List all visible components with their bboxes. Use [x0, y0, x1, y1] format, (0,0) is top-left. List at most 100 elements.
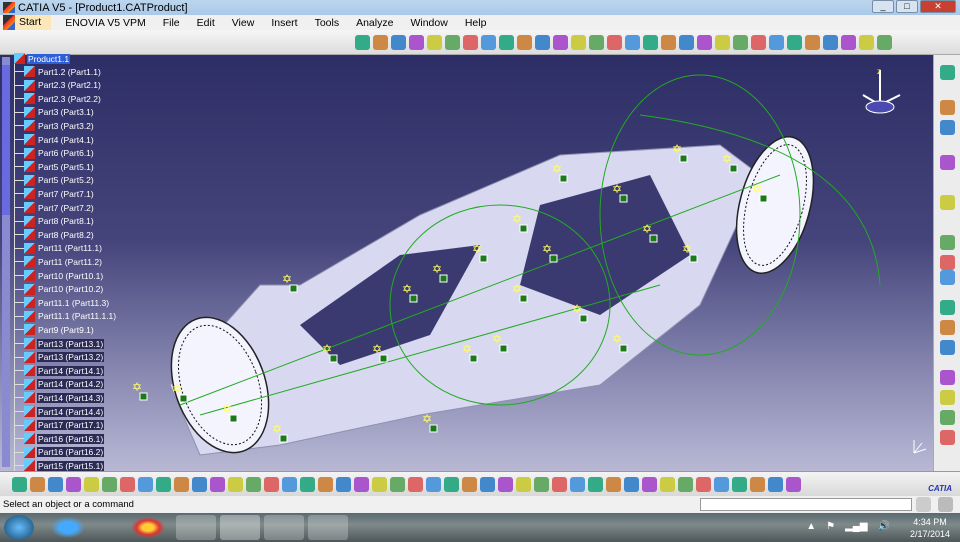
axis-system-icon[interactable]: ✡: [272, 422, 282, 436]
taskbar-chrome[interactable]: [128, 515, 168, 540]
constraint-marker[interactable]: [519, 224, 528, 233]
right-toolbar-button[interactable]: [940, 430, 955, 445]
axis-system-icon[interactable]: ✡: [512, 282, 522, 296]
scroll-thumb[interactable]: [2, 65, 10, 215]
tree-item[interactable]: Part11 (Part11.1): [14, 242, 103, 255]
clock[interactable]: 4:34 PM 2/17/2014: [910, 516, 950, 540]
compass-icon[interactable]: z: [855, 65, 905, 125]
tree-item[interactable]: Part3 (Part3.1): [14, 106, 95, 119]
toolbar-button-26[interactable]: [805, 35, 820, 50]
menu-view[interactable]: View: [232, 17, 255, 29]
axis-system-icon[interactable]: ✡: [612, 332, 622, 346]
bottom-toolbar-button-1[interactable]: [12, 477, 27, 492]
right-toolbar-button[interactable]: [940, 320, 955, 335]
taskbar-ie[interactable]: [48, 515, 88, 540]
3d-viewport[interactable]: ✡ ✡ ✡ ✡ ✡ ✡ ✡ ✡ ✡ ✡ ✡ ✡ ✡ ✡ ✡ ✡ ✡ ✡ ✡ ✡ ✡ ✡ ✡ ✡ ✡ Product1.1 Par…: [0, 53, 933, 472]
network-icon[interactable]: ▂▄▆: [845, 521, 867, 532]
tree-item[interactable]: Part14 (Part14.3): [14, 391, 105, 404]
close-button[interactable]: ✕: [920, 0, 956, 13]
constraint-marker[interactable]: [679, 154, 688, 163]
bottom-toolbar-button-30[interactable]: [534, 477, 549, 492]
tree-item[interactable]: Part16 (Part16.1): [14, 432, 105, 445]
toolbar-button-1[interactable]: [355, 35, 370, 50]
axis-system-icon[interactable]: ✡: [612, 182, 622, 196]
taskbar-explorer[interactable]: [176, 515, 216, 540]
toolbar-button-24[interactable]: [769, 35, 784, 50]
constraint-marker[interactable]: [689, 254, 698, 263]
menu-window[interactable]: Window: [410, 17, 447, 29]
tree-item[interactable]: Part2.3 (Part2.1): [14, 79, 102, 92]
tree-item[interactable]: Part14 (Part14.4): [14, 405, 105, 418]
toolbar-button-28[interactable]: [841, 35, 856, 50]
tray-expand-icon[interactable]: ▲: [806, 521, 816, 532]
menu-analyze[interactable]: Analyze: [356, 17, 393, 29]
constraint-marker[interactable]: [139, 392, 148, 401]
right-toolbar-button[interactable]: [940, 370, 955, 385]
tree-item[interactable]: Part11.1 (Part11.3): [14, 296, 110, 309]
axis-system-icon[interactable]: ✡: [682, 242, 692, 256]
constraint-marker[interactable]: [619, 344, 628, 353]
bottom-toolbar-button-23[interactable]: [408, 477, 423, 492]
bottom-toolbar-button-8[interactable]: [138, 477, 153, 492]
bottom-toolbar-button-13[interactable]: [228, 477, 243, 492]
toolbar-button-25[interactable]: [787, 35, 802, 50]
right-toolbar-button[interactable]: [940, 235, 955, 250]
bottom-toolbar-button-9[interactable]: [156, 477, 171, 492]
bottom-toolbar-button-34[interactable]: [606, 477, 621, 492]
axis-system-icon[interactable]: ✡: [492, 332, 502, 346]
axis-system-icon[interactable]: ✡: [172, 382, 182, 396]
bottom-toolbar-button-3[interactable]: [48, 477, 63, 492]
axis-system-icon[interactable]: ✡: [552, 162, 562, 176]
right-toolbar-button[interactable]: [940, 270, 955, 285]
tree-item[interactable]: Part14 (Part14.1): [14, 364, 105, 377]
constraint-marker[interactable]: [469, 354, 478, 363]
axis-system-icon[interactable]: ✡: [322, 342, 332, 356]
constraint-marker[interactable]: [379, 354, 388, 363]
constraint-marker[interactable]: [329, 354, 338, 363]
chassis-model[interactable]: ✡ ✡ ✡ ✡ ✡ ✡ ✡ ✡ ✡ ✡ ✡ ✡ ✡ ✡ ✡ ✡ ✡ ✡ ✡ ✡ ✡ ✡ ✡ ✡ ✡: [0, 55, 933, 471]
toolbar-button-8[interactable]: [481, 35, 496, 50]
bottom-toolbar-button-36[interactable]: [642, 477, 657, 492]
toolbar-button-6[interactable]: [445, 35, 460, 50]
tree-item[interactable]: Part10 (Part10.1): [14, 269, 104, 282]
constraint-marker[interactable]: [579, 314, 588, 323]
bottom-toolbar-button-22[interactable]: [390, 477, 405, 492]
bottom-toolbar-button-41[interactable]: [732, 477, 747, 492]
constraint-marker[interactable]: [439, 274, 448, 283]
toolbar-button-27[interactable]: [823, 35, 838, 50]
toolbar-button-20[interactable]: [697, 35, 712, 50]
menu-file[interactable]: File: [163, 17, 180, 29]
toolbar-button-29[interactable]: [859, 35, 874, 50]
axis-system-icon[interactable]: ✡: [672, 142, 682, 156]
bottom-toolbar-button-40[interactable]: [714, 477, 729, 492]
tree-item[interactable]: Part8 (Part8.1): [14, 215, 95, 228]
tree-item[interactable]: Part1.2 (Part1.1): [14, 65, 102, 78]
maximize-button[interactable]: □: [896, 0, 918, 13]
menu-enovia[interactable]: ENOVIA V5 VPM: [65, 17, 146, 29]
constraint-marker[interactable]: [649, 234, 658, 243]
toolbar-button-7[interactable]: [463, 35, 478, 50]
tree-item[interactable]: Part16 (Part16.2): [14, 446, 105, 459]
constraint-marker[interactable]: [479, 254, 488, 263]
constraint-marker[interactable]: [519, 294, 528, 303]
axis-system-icon[interactable]: ✡: [642, 222, 652, 236]
toolbar-button-17[interactable]: [643, 35, 658, 50]
menu-edit[interactable]: Edit: [197, 17, 215, 29]
right-toolbar-button[interactable]: [940, 100, 955, 115]
axis-system-icon[interactable]: ✡: [512, 212, 522, 226]
menu-help[interactable]: Help: [465, 17, 487, 29]
bottom-toolbar-button-25[interactable]: [444, 477, 459, 492]
constraint-marker[interactable]: [409, 294, 418, 303]
menu-start[interactable]: Start: [15, 15, 52, 30]
tree-item[interactable]: Part7 (Part7.1): [14, 187, 95, 200]
menu-insert[interactable]: Insert: [271, 17, 297, 29]
right-toolbar-button[interactable]: [940, 410, 955, 425]
constraint-marker[interactable]: [229, 414, 238, 423]
toolbar-button-11[interactable]: [535, 35, 550, 50]
taskbar-catia[interactable]: [220, 515, 260, 540]
bottom-toolbar-button-11[interactable]: [192, 477, 207, 492]
minimize-button[interactable]: _: [872, 0, 894, 13]
constraint-marker[interactable]: [619, 194, 628, 203]
tree-item[interactable]: Part7 (Part7.2): [14, 201, 95, 214]
toolbar-button-16[interactable]: [625, 35, 640, 50]
